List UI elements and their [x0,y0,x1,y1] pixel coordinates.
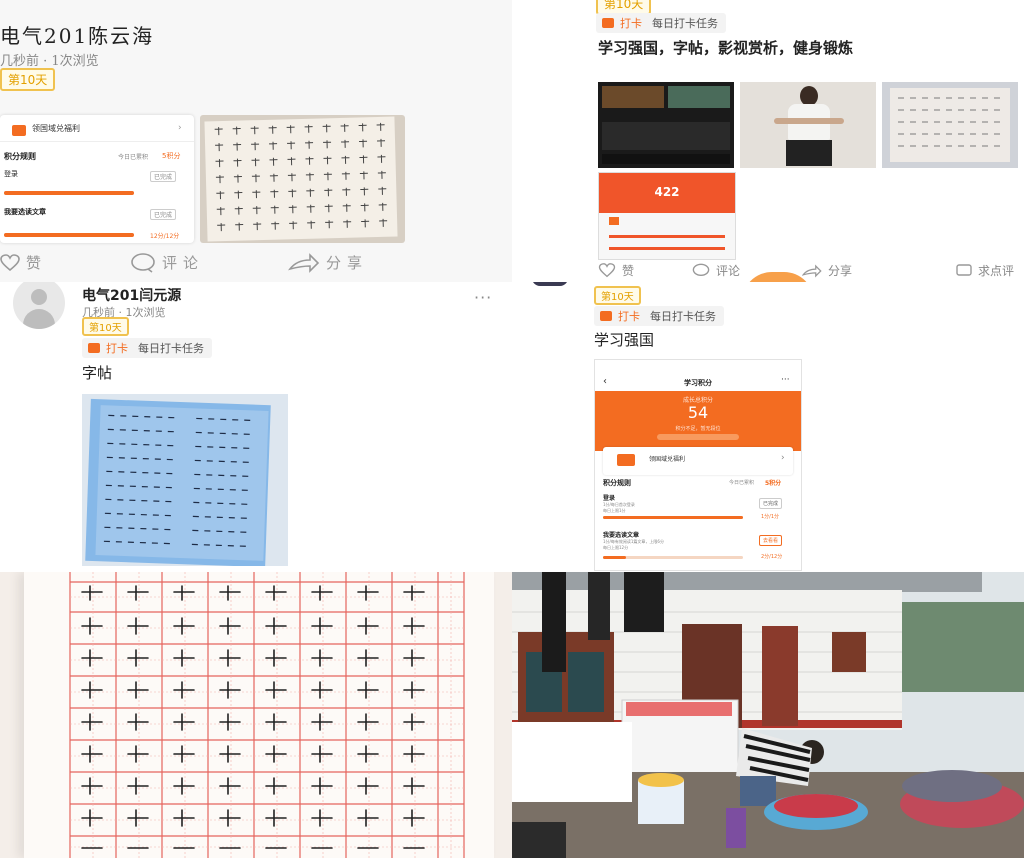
mini-row1-title: 登录 [4,170,18,178]
study-app-screenshot[interactable]: ‹ 学习积分 ··· 成长总积分 54 积分不足，暂无段位 领国域兑福利 › 积… [594,359,802,571]
chevron-right-icon: › [178,123,182,133]
row1-status[interactable]: 已完成 [759,498,783,509]
heart-icon [598,263,616,278]
share-button[interactable]: 分享 [802,262,852,279]
calligraphy-text-image [214,122,388,232]
checkin-tag: 打卡 每日打卡任务 [594,306,724,326]
row1-title: 登录 [603,495,616,502]
mini-banner: 领国域兑福利 [32,124,80,133]
day-badge: 第10天 [82,317,129,336]
heart-icon [0,253,20,271]
like-button[interactable]: 赞 [598,262,634,279]
welfare-banner[interactable]: 领国域兑福利 › [603,447,793,475]
avatar[interactable] [13,282,65,329]
row2-status[interactable]: 去看看 [759,535,783,546]
checkin-icon [600,311,612,321]
mini-rules-title: 积分规则 [4,152,36,161]
post-card-tl: 电气201陈云海 几秒前 · 1次浏览 第10天 领国域兑福利 › 积分规则 今… [0,0,512,282]
post-author-title: 电气201陈云海 [0,24,155,48]
red-grid-paper [69,572,465,858]
day-badge: 第10天 [594,286,641,305]
more-options-icon[interactable]: ··· [474,288,492,307]
post-card-tr: 第10天 打卡 每日打卡任务 学习强国，字帖，影视赏析，健身锻炼 422 赞 评… [512,0,1024,282]
post-author-title[interactable]: 电气201闫元源 [82,285,181,305]
checkin-icon [602,18,614,28]
comment-icon [692,263,710,277]
phone-title: 学习积分 [684,379,712,387]
more-icon[interactable]: ··· [781,375,790,385]
mini-row2-progress [4,233,134,237]
share-button[interactable]: 分享 [288,252,368,273]
comment-icon [131,252,155,273]
checkin-tag: 打卡 每日打卡任务 [82,338,212,358]
like-button[interactable]: 赞 [0,252,41,273]
status-bar [595,360,801,374]
avatar-edge [532,282,568,286]
gift-icon [617,454,635,466]
household-chores-photo[interactable] [512,572,1024,858]
row2-title: 我要选读文章 [603,532,640,539]
mini-row2-status: 12分/12分 [150,233,180,240]
row1-progress [603,516,743,519]
calligraphy-text-image [103,414,251,547]
chevron-right-icon: › [781,453,785,463]
post-content: 学习强国 [594,331,655,349]
gift-icon [12,125,26,136]
score-app-screenshot[interactable]: 422 [598,172,736,260]
mini-row2-title: 我要选读文章 [4,208,46,216]
day-badge: 第10天 [0,68,56,91]
calligraphy-grid-photo[interactable] [0,572,512,858]
comment-button[interactable]: 评论 [130,252,204,273]
post-card-ml: 电气201闫元源 几秒前 · 1次浏览 第10天 ··· 打卡 每日打卡任务 字帖 [0,282,512,572]
post-content: 字帖 [82,364,113,382]
post-content: 学习强国，字帖，影视赏析，健身锻炼 [598,39,854,57]
post-meta: 几秒前 · 1次浏览 [0,54,99,69]
video-app-screenshot[interactable] [598,82,734,168]
calligraphy-photo[interactable] [82,394,288,566]
study-app-screenshot[interactable]: 领国域兑福利 › 积分规则 今日已累积 5积分 登录 已完成 我要选读文章 已完… [0,115,194,243]
phone-score: 422 [654,185,680,199]
request-review-button[interactable]: 求点评 [956,262,1014,279]
total-score: 54 [687,403,709,422]
calligraphy-photo[interactable] [200,115,405,243]
review-icon [956,263,972,276]
post-card-mr: 第10天 打卡 每日打卡任务 学习强国 ‹ 学习积分 ··· 成长总积分 54 积… [512,282,1024,572]
score-header: 成长总积分 54 积分不足，暂无段位 [595,391,801,451]
comment-button[interactable]: 评论 [692,262,740,279]
share-icon [802,263,822,278]
checkin-tag: 打卡 每日打卡任务 [596,13,726,33]
row2-progress [603,556,626,559]
calligraphy-photo-2[interactable] [882,82,1018,168]
mini-row1-progress [4,191,134,195]
share-icon [288,252,320,273]
mini-row1-status: 已完成 [150,171,177,182]
mini-rules-side-value: 5积分 [162,152,181,160]
rules-title: 积分规则 [603,479,631,487]
mini-rules-side: 今日已累积 [118,154,149,161]
exercise-photo[interactable] [740,82,876,168]
checkin-icon [88,343,100,353]
courtyard-laundry-image [512,572,1024,858]
